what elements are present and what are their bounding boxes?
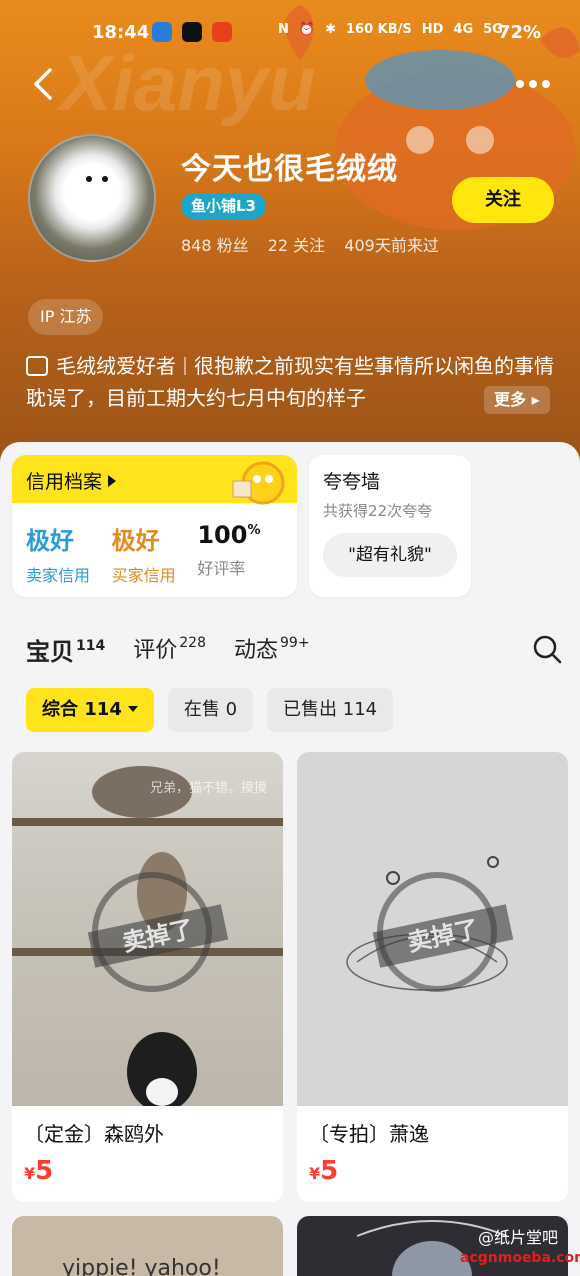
item-image: 兄弟，猫不错。摸摸 卖掉了 <box>12 752 283 1106</box>
item-title: 〔定金〕森鸥外 <box>24 1122 164 1146</box>
positive-rating: 100% 好评率 <box>197 521 261 578</box>
credit-stats: 极好 卖家信用 极好 买家信用 100% 好评率 <box>12 503 297 586</box>
praise-chip[interactable]: "超有礼貌" <box>323 533 457 577</box>
back-button[interactable] <box>28 62 60 106</box>
tab-items[interactable]: 宝贝 114 <box>26 632 105 673</box>
notification-icons <box>152 22 232 42</box>
fans-count[interactable]: 848 粉丝 <box>181 236 249 255</box>
last-seen: 409天前来过 <box>344 236 439 255</box>
praise-subtitle: 共获得22次夸夸 <box>323 502 433 520</box>
username: 今天也很毛绒绒 <box>181 152 398 187</box>
more-dots-icon <box>516 80 524 88</box>
filter-all[interactable]: 综合 114 <box>26 688 154 732</box>
filter-sold[interactable]: 已售出 114 <box>267 688 394 732</box>
filter-chips: 综合 114 在售 0 已售出 114 <box>26 688 394 732</box>
item-image-text: yippie! yahoo! <box>62 1256 221 1276</box>
watermark-site: acgnmoeba.com <box>460 1250 580 1266</box>
search-button[interactable] <box>532 634 562 664</box>
chevron-right-icon <box>108 475 117 487</box>
svg-text:兄弟，猫不错。摸摸: 兄弟，猫不错。摸摸 <box>150 781 267 796</box>
caret-down-icon <box>127 706 138 712</box>
item-price: ¥5 <box>309 1156 339 1186</box>
item-image: 卖掉了 <box>297 752 568 1106</box>
buyer-credit: 极好 买家信用 <box>111 527 176 585</box>
profile-stats: 848 粉丝 22 关注 409天前来过 <box>181 232 453 256</box>
more-options-button[interactable] <box>516 72 556 96</box>
sold-stamp: 卖掉了 <box>372 872 514 992</box>
status-time: 18:44 <box>92 22 150 43</box>
nfc-icon: N <box>278 22 289 37</box>
tiktok-icon <box>182 22 202 42</box>
shop-level-badge[interactable]: 鱼小铺L3 <box>181 193 266 219</box>
bio-more-button[interactable]: 更多 ▸ <box>484 386 550 414</box>
bluetooth-icon: ✱ <box>325 22 336 37</box>
alarm-icon: ⏰ <box>298 22 316 37</box>
sold-stamp: 卖掉了 <box>87 872 229 992</box>
shop-icon <box>26 356 48 376</box>
item-price: ¥5 <box>24 1156 54 1186</box>
profile-tabs: 宝贝 114 评价 228 动态 99+ <box>26 632 310 673</box>
battery-level: 72% <box>498 22 542 43</box>
divider <box>184 357 186 375</box>
following-count[interactable]: 22 关注 <box>268 236 325 255</box>
profile-bio: 毛绒绒爱好者 很抱歉之前现实有些事情所以闲鱼的事情耽误了，目前工期大约七月中旬的样… <box>26 350 556 414</box>
network-speed: 160 KB/S <box>345 22 412 37</box>
mascot-icon <box>232 461 285 505</box>
seller-credit: 极好 卖家信用 <box>26 527 91 585</box>
chevron-left-icon <box>34 68 52 100</box>
bio-tag: 毛绒绒爱好者 <box>56 354 176 378</box>
item-card[interactable]: yippie! yahoo! <box>12 1216 283 1276</box>
credit-profile-card[interactable]: 信用档案 极好 卖家信用 极好 买家信用 100% 好评率 <box>12 455 297 597</box>
tab-reviews[interactable]: 评价 228 <box>133 632 206 667</box>
hd-icon: HD <box>421 22 444 37</box>
praise-title: 夸夸墙 <box>323 471 381 493</box>
filter-on-sale[interactable]: 在售 0 <box>167 688 254 732</box>
taobao-icon <box>212 22 232 42</box>
avatar[interactable] <box>28 134 156 262</box>
ip-location-tag: IP 江苏 <box>28 299 104 335</box>
item-card[interactable]: 卖掉了 〔专拍〕萧逸 ¥5 <box>297 752 568 1202</box>
praise-wall-card[interactable]: 夸夸墙 共获得22次夸夸 "超有礼貌" <box>309 455 471 597</box>
search-icon <box>533 635 562 664</box>
item-title: 〔专拍〕萧逸 <box>309 1122 429 1146</box>
credit-title: 信用档案 <box>26 471 103 493</box>
system-status-icons: N ⏰ ✱ 160 KB/S HD 4G 5G <box>278 22 503 37</box>
tab-moments[interactable]: 动态 99+ <box>234 632 310 667</box>
profile-header: Xianyu 18:44 N ⏰ ✱ 160 KB/S HD 4G 5G 72% <box>0 0 580 470</box>
signal-4g: 4G <box>453 22 474 37</box>
status-bar: 18:44 N ⏰ ✱ 160 KB/S HD 4G 5G 72% <box>0 0 580 66</box>
follow-button[interactable]: 关注 <box>452 177 554 223</box>
app-notification-icon <box>152 22 172 42</box>
watermark: @纸片堂吧 <box>478 1228 559 1247</box>
item-card[interactable]: 兄弟，猫不错。摸摸 卖掉了 〔定金〕森鸥外 ¥5 <box>12 752 283 1202</box>
